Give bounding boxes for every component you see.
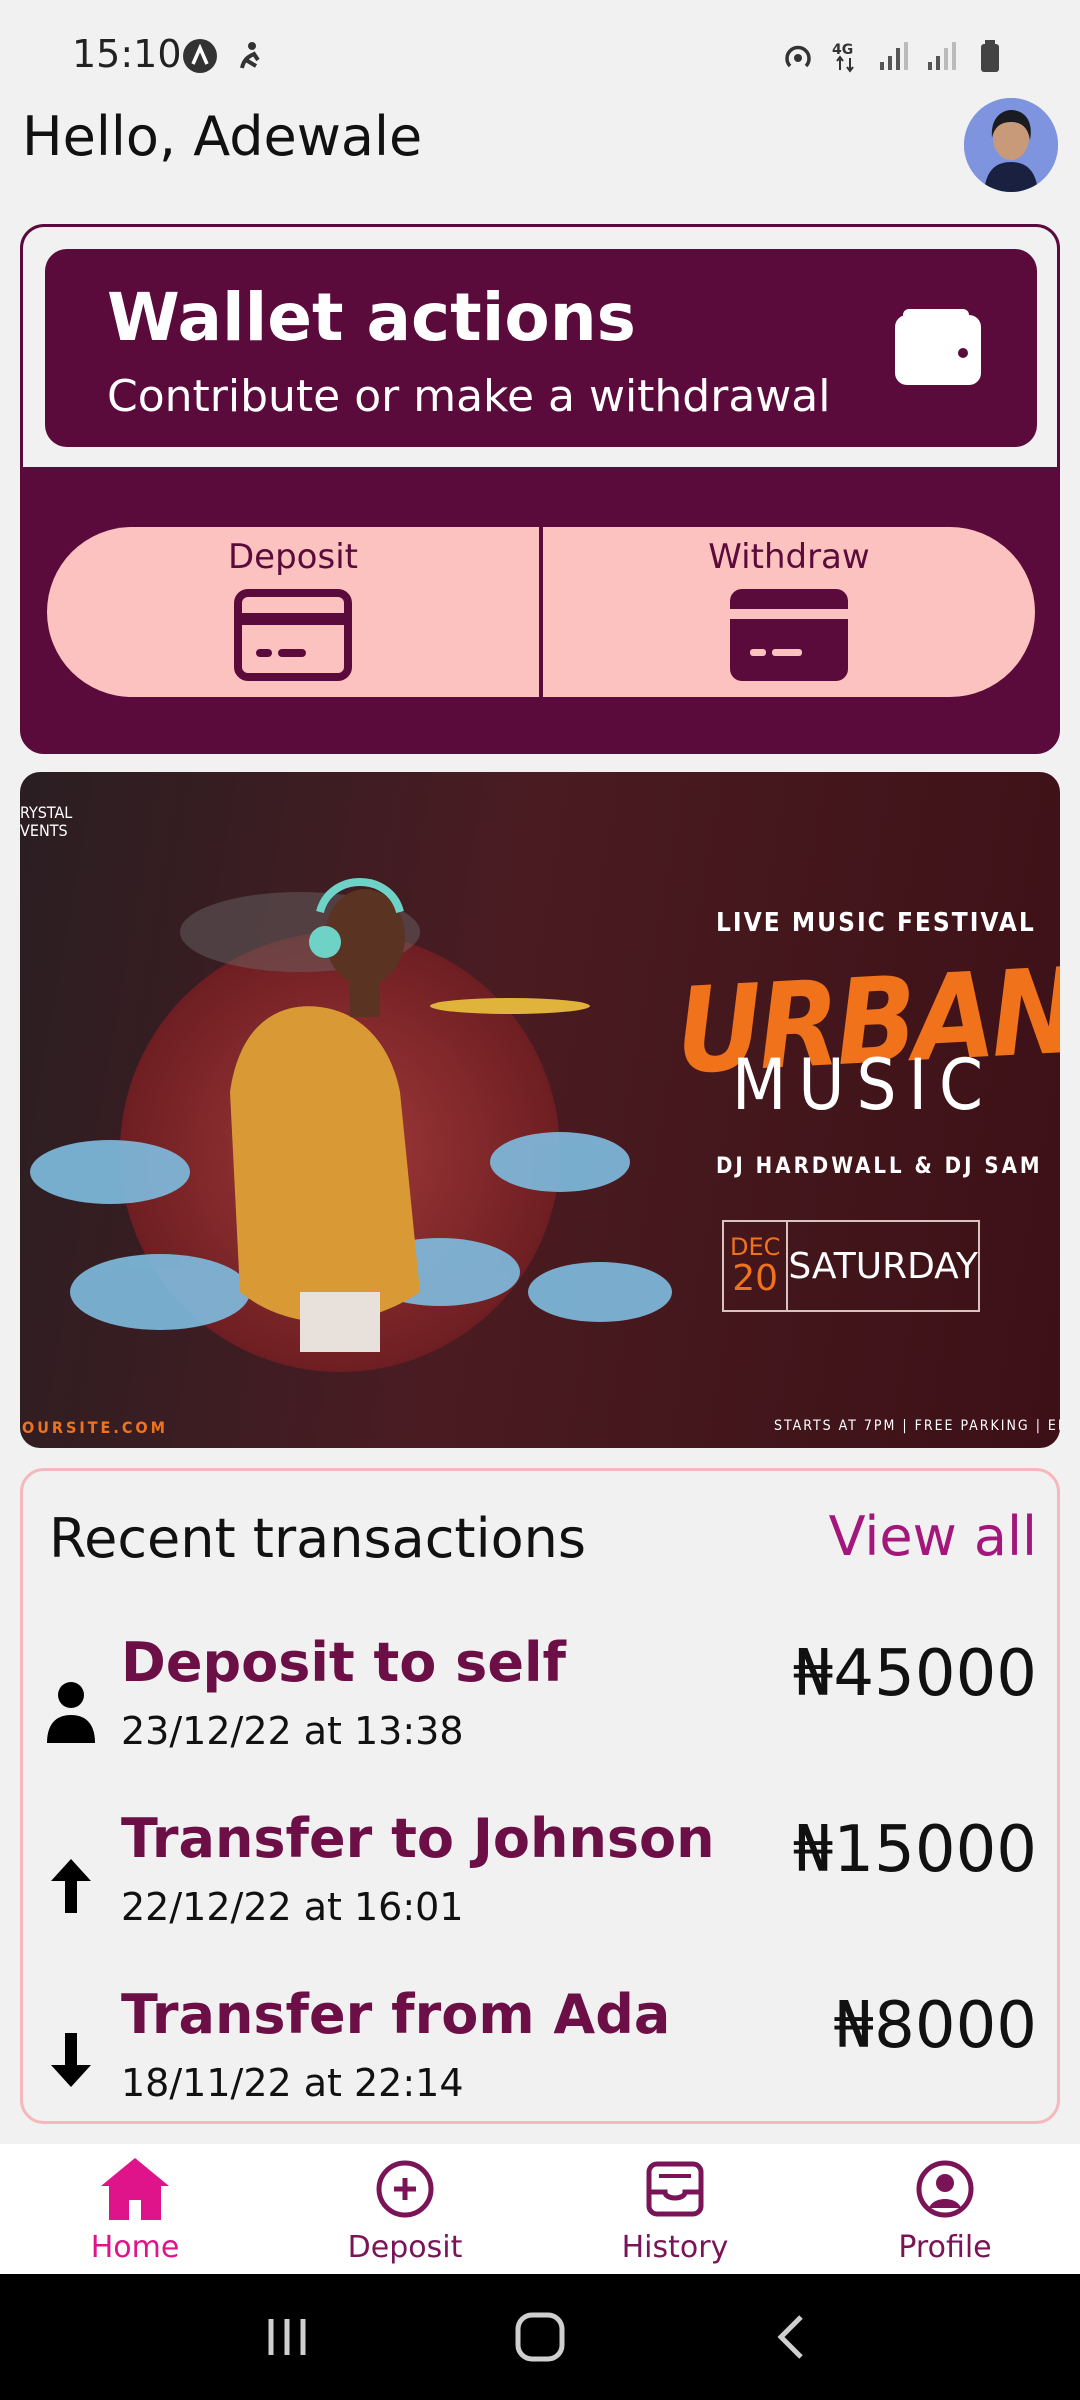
wallet-actions-header: Wallet actions Contribute or make a with… xyxy=(45,249,1037,447)
plus-circle-icon xyxy=(376,2160,434,2218)
transaction-row[interactable]: Transfer from Ada 18/11/22 at 22:14 ₦800… xyxy=(23,1983,1057,2123)
system-nav-bar xyxy=(0,2274,1080,2400)
transaction-amount: ₦15000 xyxy=(792,1813,1037,1887)
avatar-photo xyxy=(964,98,1058,192)
transaction-name: Deposit to self xyxy=(121,1631,566,1694)
banner-day: 20 xyxy=(732,1258,779,1299)
wallet-icon xyxy=(895,309,981,385)
transaction-name: Transfer to Johnson xyxy=(121,1807,715,1870)
transaction-date: 18/11/22 at 22:14 xyxy=(121,2061,464,2105)
user-circle-icon xyxy=(916,2160,974,2218)
transaction-date: 23/12/22 at 13:38 xyxy=(121,1709,464,1753)
transaction-amount: ₦8000 xyxy=(833,1989,1037,2063)
nav-label-profile: Profile xyxy=(898,2230,992,2265)
status-time: 15:10 xyxy=(72,32,182,76)
status-right-icons: 4G xyxy=(780,38,1008,74)
nav-label-home: Home xyxy=(90,2230,180,2265)
transaction-date: 22/12/22 at 16:01 xyxy=(121,1885,464,1929)
nav-label-deposit: Deposit xyxy=(347,2230,463,2265)
nav-item-profile[interactable]: Profile xyxy=(810,2144,1080,2274)
avatar[interactable] xyxy=(964,98,1058,192)
banner-date-left: DEC 20 xyxy=(724,1222,789,1310)
banner-kicker: LIVE MUSIC FESTIVAL xyxy=(716,908,1036,938)
transaction-amount: ₦45000 xyxy=(792,1637,1037,1711)
hotspot-icon xyxy=(785,45,811,68)
nav-item-deposit[interactable]: Deposit xyxy=(270,2144,540,2274)
recent-transactions-card: Recent transactions View all Deposit to … xyxy=(20,1468,1060,2124)
banner-site: OURSITE.COM xyxy=(22,1418,168,1437)
nav-item-home[interactable]: Home xyxy=(0,2144,270,2274)
wallet-subtitle: Contribute or make a withdrawal xyxy=(107,371,831,422)
recent-transactions-title: Recent transactions xyxy=(49,1507,586,1570)
arrow-up-icon xyxy=(51,1859,91,1913)
deposit-button[interactable]: Deposit xyxy=(47,527,539,697)
greeting: Hello, Adewale xyxy=(22,105,423,168)
back-icon[interactable] xyxy=(763,2307,823,2367)
accessibility-icon xyxy=(240,42,260,69)
transaction-row[interactable]: Transfer to Johnson 22/12/22 at 16:01 ₦1… xyxy=(23,1807,1057,1947)
home-button-icon[interactable] xyxy=(510,2307,570,2367)
wallet-action-pill: Deposit Withdraw xyxy=(47,527,1035,697)
withdraw-label: Withdraw xyxy=(708,537,870,577)
svg-text:4G: 4G xyxy=(832,42,853,58)
arrow-down-icon xyxy=(51,2033,91,2087)
card-filled-icon xyxy=(730,589,848,681)
status-bar: 15:10 4G xyxy=(0,0,1080,110)
banner-artists: DJ HARDWALL & DJ SAM xyxy=(716,1154,1043,1179)
wallet-card: Wallet actions Contribute or make a with… xyxy=(20,224,1060,754)
home-icon xyxy=(101,2158,169,2220)
recent-apps-icon[interactable] xyxy=(257,2307,317,2367)
bottom-nav: Home Deposit History Profile xyxy=(0,2144,1080,2274)
signal-icon xyxy=(880,42,908,70)
battery-icon xyxy=(981,40,999,72)
nav-item-history[interactable]: History xyxy=(540,2144,810,2274)
app-notification-icon xyxy=(183,39,217,73)
banner-month: DEC xyxy=(729,1233,781,1261)
withdraw-button[interactable]: Withdraw xyxy=(539,527,1035,697)
event-banner[interactable]: RYSTAL VENTS LIVE MUSIC FESTIVAL URBAN M… xyxy=(20,772,1060,1448)
signal-2-icon xyxy=(928,42,956,70)
transaction-name: Transfer from Ada xyxy=(121,1983,671,2046)
status-left-icons xyxy=(182,38,268,74)
banner-headline-2: MUSIC xyxy=(732,1044,995,1126)
banner-footer: STARTS AT 7PM | FREE PARKING | EN xyxy=(774,1418,1060,1434)
transaction-row[interactable]: Deposit to self 23/12/22 at 13:38 ₦45000 xyxy=(23,1631,1057,1771)
banner-corner-text: RYSTAL VENTS xyxy=(20,803,73,840)
network-4g-icon: 4G xyxy=(832,42,854,73)
view-all-link[interactable]: View all xyxy=(829,1505,1037,1568)
banner-date-box: DEC 20 SATURDAY xyxy=(722,1220,980,1312)
banner-weekday: SATURDAY xyxy=(788,1245,978,1287)
card-outline-icon xyxy=(234,589,352,681)
nav-label-history: History xyxy=(621,2230,729,2265)
person-icon xyxy=(47,1682,95,1743)
wallet-title: Wallet actions xyxy=(107,279,636,356)
inbox-icon xyxy=(646,2161,704,2217)
deposit-label: Deposit xyxy=(228,537,358,577)
